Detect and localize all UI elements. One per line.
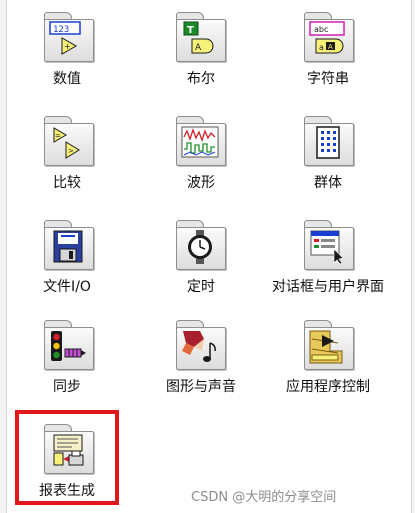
watermark: CSDN @大明的分享空间 [191, 490, 337, 505]
synchronization-icon [44, 320, 94, 370]
palette-item-waveform[interactable]: 波形 [141, 116, 261, 196]
palette-item-label: 比较 [53, 175, 81, 191]
cluster-icon [304, 116, 354, 166]
svg-text:a: a [319, 43, 324, 52]
palette-item-label: 图形与声音 [166, 379, 236, 395]
palette-item-application-control[interactable]: 应用程序控制 [268, 320, 388, 400]
palette-item-boolean[interactable]: T A 布尔 [141, 12, 261, 92]
timing-icon [176, 220, 226, 270]
comparison-icon: = > [44, 116, 94, 166]
svg-text:A: A [195, 43, 202, 53]
palette-item-label: 定时 [187, 279, 215, 295]
palette-item-label: 群体 [314, 175, 342, 191]
svg-text:T: T [187, 25, 194, 36]
palette-scrollbar-edge [411, 0, 415, 513]
palette-item-cluster[interactable]: 群体 [268, 116, 388, 196]
dialog-ui-icon [304, 220, 354, 270]
palette-left-edge [0, 0, 7, 513]
file-io-icon [44, 220, 94, 270]
svg-text:>: > [68, 147, 74, 155]
svg-text:123: 123 [53, 25, 69, 35]
palette-item-label: 字符串 [307, 71, 349, 87]
svg-text:+: + [64, 42, 71, 51]
palette-item-string[interactable]: abc a A 字符串 [268, 12, 388, 92]
palette-item-timing[interactable]: 定时 [141, 220, 261, 300]
palette-item-synchronization[interactable]: 同步 [7, 320, 127, 400]
highlight-box [15, 410, 119, 505]
palette-item-label: 同步 [53, 379, 81, 395]
waveform-icon [176, 116, 226, 166]
graphics-sound-icon [176, 320, 226, 370]
palette-item-label: 数值 [53, 71, 81, 87]
palette-item-label: 波形 [187, 175, 215, 191]
numeric-icon: 123 + [44, 12, 94, 62]
palette-item-label: 对话框与用户界面 [272, 279, 384, 295]
svg-text:A: A [328, 43, 333, 51]
palette-item-label: 应用程序控制 [286, 379, 370, 395]
boolean-icon: T A [176, 12, 226, 62]
palette-item-file-io[interactable]: 文件I/O [7, 220, 127, 300]
palette-item-label: 布尔 [187, 71, 215, 87]
palette-item-graphics-sound[interactable]: 图形与声音 [141, 320, 261, 400]
application-control-icon [304, 320, 354, 370]
string-icon: abc a A [304, 12, 354, 62]
palette-item-numeric[interactable]: 123 + 数值 [7, 12, 127, 92]
svg-text:=: = [55, 132, 61, 140]
svg-text:abc: abc [314, 25, 328, 34]
palette-item-comparison[interactable]: = > 比较 [7, 116, 127, 196]
palette-item-dialog-ui[interactable]: 对话框与用户界面 [268, 220, 388, 320]
palette-item-label: 文件I/O [43, 279, 91, 295]
